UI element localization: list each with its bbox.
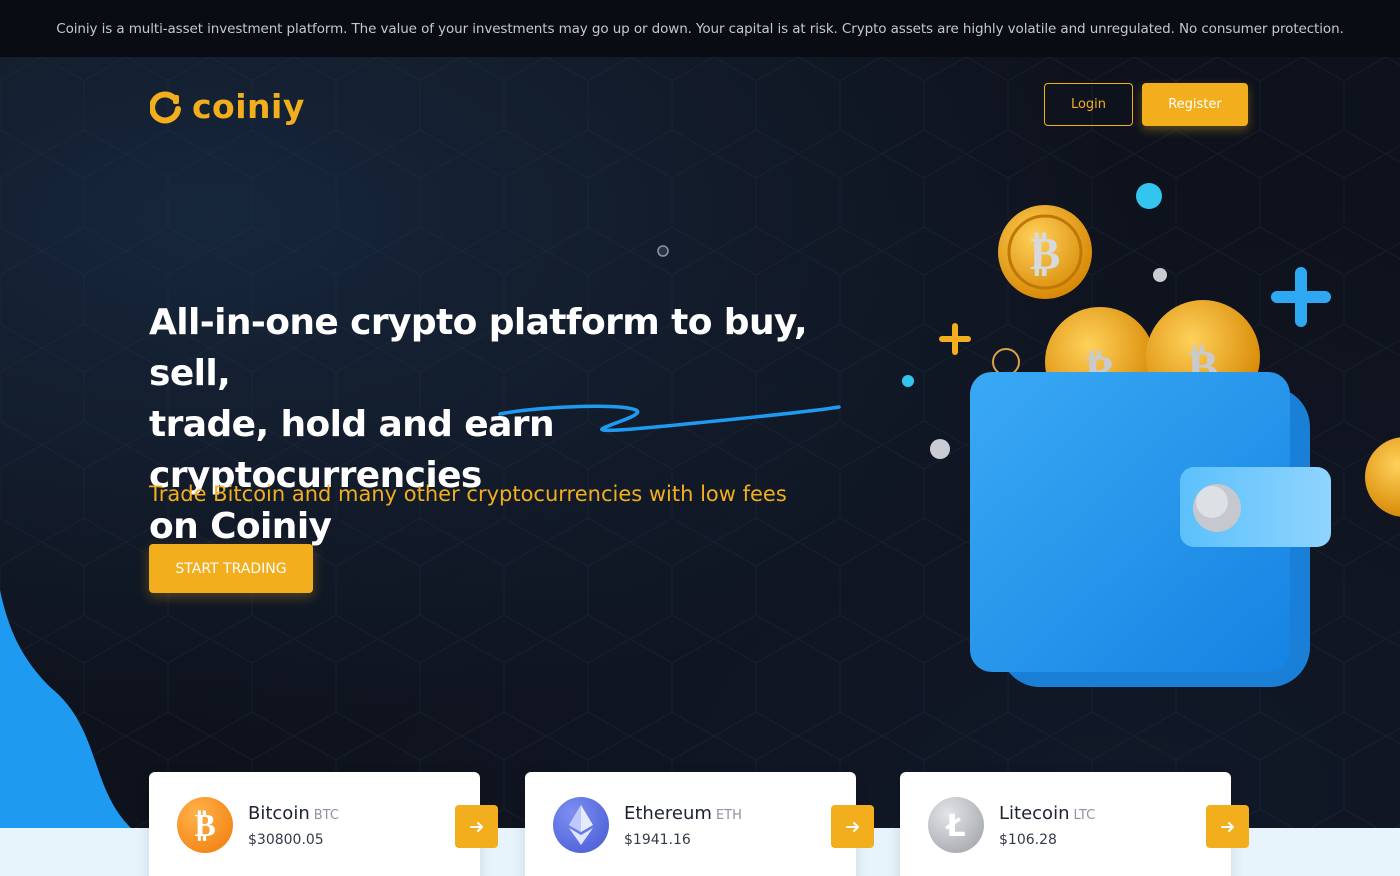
arrow-right-icon (845, 821, 859, 832)
coin-name: Bitcoin BTC (248, 803, 339, 824)
disclaimer-bar: Coiniy is a multi-asset investment platf… (0, 0, 1400, 57)
coin-price: $30800.05 (248, 832, 324, 848)
headline-line-1: All-in-one crypto platform to buy, sell, (149, 302, 808, 394)
coin-arrow-button[interactable] (1206, 805, 1249, 848)
coiniy-logo[interactable]: coiniy (150, 87, 305, 126)
login-button[interactable]: Login (1044, 83, 1133, 126)
coin-card-litecoin[interactable]: Ł Litecoin LTC $106.28 (900, 772, 1249, 876)
coin-symbol: BTC (313, 808, 339, 823)
hero-section: coiniy Login Register All-in-one crypto … (0, 57, 1400, 876)
svg-text:₿: ₿ (194, 806, 215, 844)
disclaimer-text: Coiniy is a multi-asset investment platf… (56, 20, 1344, 37)
arrow-right-icon (469, 821, 483, 832)
svg-text:₿: ₿ (1030, 226, 1061, 280)
headline-underline-squiggle (498, 404, 841, 433)
coin-name-text: Litecoin (999, 803, 1070, 824)
svg-text:Ł: Ł (944, 809, 965, 844)
coin-arrow-button[interactable] (831, 805, 874, 848)
coin-name-text: Bitcoin (248, 803, 310, 824)
arrow-right-icon (1220, 821, 1234, 832)
coin-name-text: Ethereum (624, 803, 712, 824)
crypto-wallet-illustration: ₿ ₿ ₿ (902, 183, 1400, 687)
coin-price: $1941.16 (624, 832, 691, 848)
small-ring-decoration (657, 245, 669, 257)
coin-symbol: ETH (715, 808, 742, 823)
coin-card-ethereum[interactable]: Ethereum ETH $1941.16 (525, 772, 874, 876)
coin-name: Litecoin LTC (999, 803, 1095, 824)
logo-text: coiniy (192, 87, 305, 126)
register-button[interactable]: Register (1142, 83, 1248, 126)
logo-icon (150, 91, 181, 123)
litecoin-icon: Ł (928, 797, 984, 853)
start-trading-button[interactable]: START TRADING (149, 544, 313, 593)
ethereum-icon (553, 797, 609, 853)
coin-name: Ethereum ETH (624, 803, 742, 824)
coin-symbol: LTC (1073, 808, 1096, 823)
hero-subline: Trade Bitcoin and many other cryptocurre… (149, 482, 787, 506)
coin-arrow-button[interactable] (455, 805, 498, 848)
headline-line-3: on Coiniy (149, 506, 332, 547)
bitcoin-icon: ₿ (177, 797, 233, 853)
coin-card-bitcoin[interactable]: ₿ Bitcoin BTC $30800.05 (149, 772, 498, 876)
coin-price: $106.28 (999, 832, 1057, 848)
